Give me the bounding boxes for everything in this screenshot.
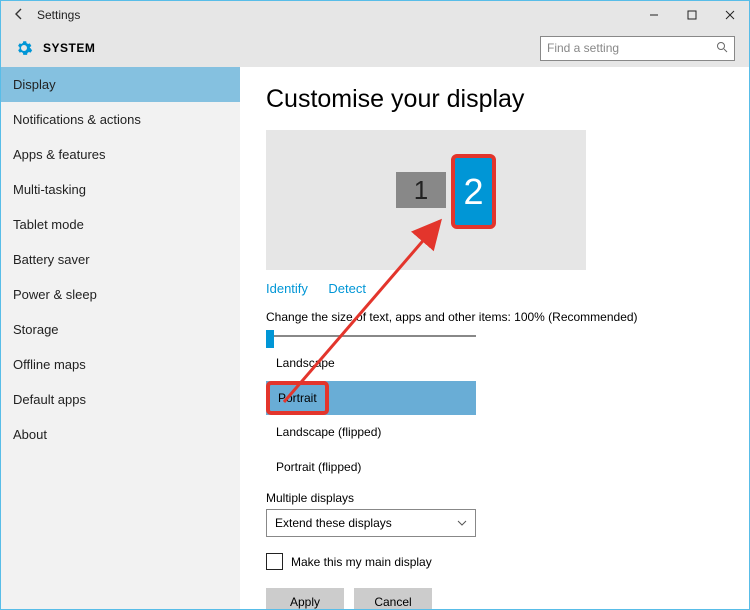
chevron-down-icon: [457, 518, 467, 528]
breadcrumb[interactable]: SYSTEM: [43, 41, 95, 55]
main-display-checkbox[interactable]: [266, 553, 283, 570]
titlebar: Settings: [1, 1, 749, 29]
detect-link[interactable]: Detect: [328, 281, 366, 296]
back-button[interactable]: [9, 7, 29, 24]
minimize-button[interactable]: [635, 1, 673, 29]
close-button[interactable]: [711, 1, 749, 29]
search-icon: [716, 41, 728, 56]
sidebar-item-about[interactable]: About: [1, 417, 240, 452]
sidebar-item-multi-tasking[interactable]: Multi-tasking: [1, 172, 240, 207]
sidebar-item-apps-features[interactable]: Apps & features: [1, 137, 240, 172]
gear-icon: [15, 39, 33, 57]
sidebar-item-default-apps[interactable]: Default apps: [1, 382, 240, 417]
sidebar-item-offline-maps[interactable]: Offline maps: [1, 347, 240, 382]
window-title: Settings: [37, 8, 80, 22]
orientation-option[interactable]: Landscape: [266, 346, 476, 381]
orientation-option[interactable]: Portrait: [266, 381, 329, 415]
search-input[interactable]: Find a setting: [540, 36, 735, 61]
multiple-displays-value: Extend these displays: [275, 516, 392, 530]
scale-slider[interactable]: [266, 330, 476, 342]
apply-button[interactable]: Apply: [266, 588, 344, 609]
size-text: Change the size of text, apps and other …: [266, 310, 723, 324]
sidebar-item-storage[interactable]: Storage: [1, 312, 240, 347]
sidebar-item-notifications-actions[interactable]: Notifications & actions: [1, 102, 240, 137]
multiple-displays-select[interactable]: Extend these displays: [266, 509, 476, 537]
sidebar-item-tablet-mode[interactable]: Tablet mode: [1, 207, 240, 242]
sidebar-item-power-sleep[interactable]: Power & sleep: [1, 277, 240, 312]
content: Customise your display 1 2 Identify Dete…: [240, 67, 749, 609]
sidebar: DisplayNotifications & actionsApps & fea…: [1, 67, 240, 609]
orientation-option[interactable]: Landscape (flipped): [266, 415, 476, 450]
monitor-2[interactable]: 2: [451, 154, 496, 229]
search-placeholder: Find a setting: [547, 41, 619, 55]
main-display-label: Make this my main display: [291, 555, 432, 569]
header: SYSTEM Find a setting: [1, 29, 749, 67]
cancel-button[interactable]: Cancel: [354, 588, 432, 609]
orientation-list[interactable]: LandscapePortraitLandscape (flipped)Port…: [266, 346, 476, 485]
monitor-1[interactable]: 1: [396, 172, 446, 208]
display-preview: 1 2: [266, 130, 586, 270]
maximize-button[interactable]: [673, 1, 711, 29]
multiple-displays-label: Multiple displays: [266, 491, 723, 505]
sidebar-item-display[interactable]: Display: [1, 67, 240, 102]
orientation-option[interactable]: Portrait (flipped): [266, 450, 476, 485]
page-title: Customise your display: [266, 85, 723, 114]
sidebar-item-battery-saver[interactable]: Battery saver: [1, 242, 240, 277]
identify-link[interactable]: Identify: [266, 281, 308, 296]
